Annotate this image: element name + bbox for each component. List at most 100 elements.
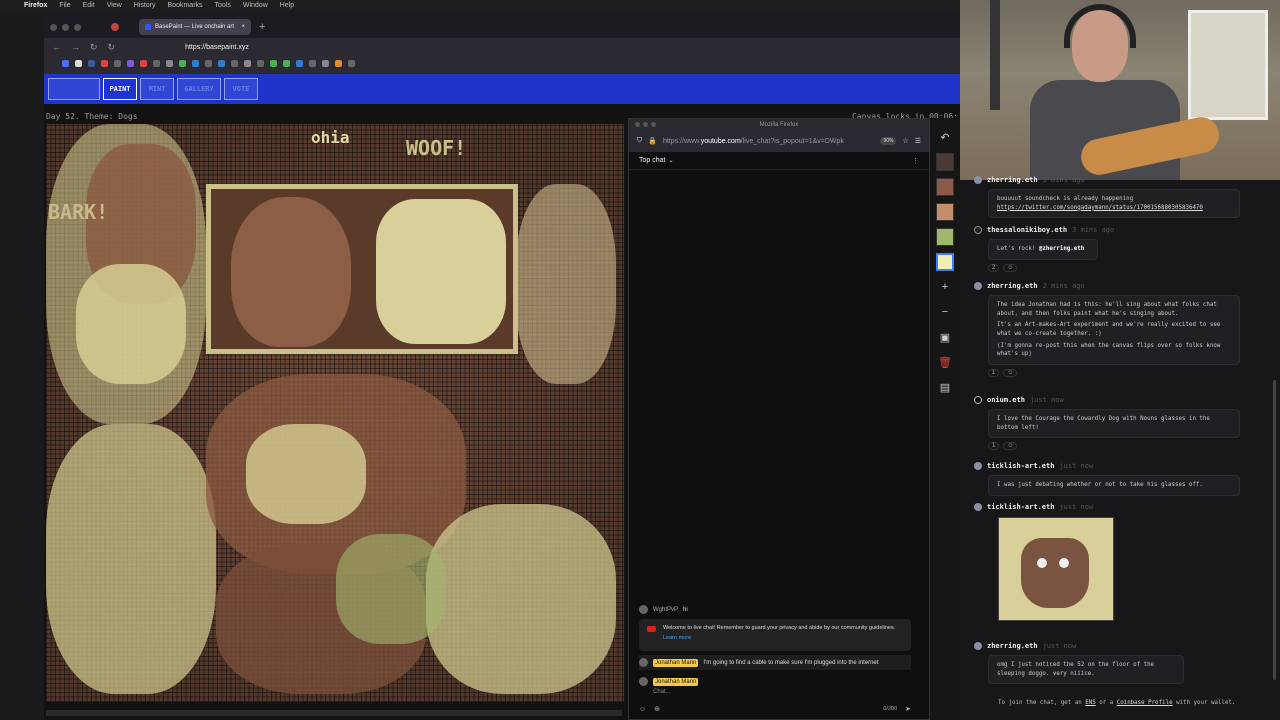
bookmark-icon[interactable] — [140, 59, 147, 67]
bookmark-icon[interactable] — [283, 59, 290, 67]
menu-view[interactable]: View — [107, 2, 122, 9]
more-options-icon[interactable]: ⋮ — [912, 157, 919, 165]
ens-link[interactable]: ENS — [1085, 700, 1095, 706]
bookmark-icon[interactable] — [127, 59, 134, 67]
reload-icon[interactable]: ↻ — [90, 42, 98, 53]
bookmark-icon[interactable] — [244, 59, 251, 67]
reaction-count[interactable]: 2 — [988, 263, 1000, 272]
coinbase-profile-link[interactable]: Coinbase Profile — [1117, 700, 1173, 706]
bookmark-icon[interactable] — [231, 59, 238, 67]
menu-file[interactable]: File — [59, 2, 70, 9]
bookmark-icon[interactable] — [322, 59, 329, 67]
star-icon[interactable]: ☆ — [902, 137, 908, 145]
color-swatch[interactable] — [936, 228, 954, 246]
bookmark-icon[interactable] — [179, 59, 186, 67]
avatar[interactable] — [639, 658, 648, 667]
reaction-count[interactable]: 1 — [988, 442, 1000, 451]
bookmark-icon[interactable] — [296, 59, 303, 67]
zoom-badge[interactable]: 90% — [880, 137, 897, 145]
bookmark-icon[interactable] — [192, 59, 199, 67]
menu-bookmarks[interactable]: Bookmarks — [168, 2, 203, 9]
trash-icon[interactable]: 🗑 — [936, 353, 954, 371]
minimize-window-button[interactable] — [643, 122, 648, 127]
bookmark-icon[interactable] — [205, 59, 212, 67]
forward-icon[interactable]: → — [71, 42, 80, 52]
chat-author[interactable]: WghtPvP — [653, 607, 678, 613]
bookmark-icon[interactable] — [218, 59, 225, 67]
chat-author[interactable]: zherring.eth — [987, 642, 1038, 650]
color-swatch[interactable] — [936, 178, 954, 196]
add-reaction-icon[interactable]: ☺ — [1003, 263, 1018, 272]
nav-paint-button[interactable]: PAINT — [103, 78, 137, 100]
new-tab-button[interactable]: + — [259, 21, 265, 33]
nav-mint-button[interactable]: MINT — [140, 78, 174, 100]
bookmark-icon[interactable] — [335, 59, 342, 67]
chat-author-badge[interactable]: Jonathan Mann — [653, 658, 699, 667]
zoom-window-button[interactable] — [74, 23, 81, 31]
menu-window[interactable]: Window — [243, 2, 268, 9]
color-swatch-selected[interactable] — [936, 253, 954, 271]
bookmark-icon[interactable] — [348, 59, 355, 67]
address-bar[interactable]: https://basepaint.xyz — [185, 44, 249, 51]
add-reaction-icon[interactable]: ☺ — [1003, 369, 1018, 378]
zoom-window-button[interactable] — [651, 122, 656, 127]
top-chat-dropdown[interactable]: Top chat — [639, 157, 665, 164]
chat-image-dog[interactable] — [998, 517, 1114, 621]
bookmark-icon[interactable] — [309, 59, 316, 67]
popup-url[interactable]: https://www.youtube.com/live_chat?is_pop… — [663, 138, 844, 145]
stop-icon[interactable]: ↻ — [108, 42, 116, 53]
color-swatch[interactable] — [936, 203, 954, 221]
add-reaction-icon[interactable]: ☺ — [1003, 442, 1018, 451]
chevron-down-icon[interactable]: ⌄ — [668, 157, 673, 164]
chat-author[interactable]: thessalonikiboy.eth — [987, 226, 1067, 234]
close-window-button[interactable] — [50, 23, 57, 31]
chat-author[interactable]: ticklish-art.eth — [987, 503, 1054, 511]
menu-icon[interactable]: ☰ — [915, 137, 921, 145]
bookmark-icon[interactable] — [153, 59, 160, 67]
close-window-button[interactable] — [635, 122, 640, 127]
minus-icon[interactable]: − — [936, 303, 954, 321]
bookmark-icon[interactable] — [75, 59, 82, 67]
minimize-window-button[interactable] — [62, 23, 69, 31]
bookmark-icon[interactable] — [166, 59, 173, 67]
tab-basepaint[interactable]: BasePaint — Live onchain art × — [139, 19, 251, 35]
basepaint-logo-button[interactable] — [48, 78, 100, 100]
tweet-link[interactable]: https://twitter.com/songadaymann/status/… — [997, 205, 1203, 211]
paint-canvas[interactable]: ohia WOOF! BARK! — [46, 124, 624, 702]
plus-icon[interactable]: + — [936, 278, 954, 296]
menu-history[interactable]: History — [134, 2, 156, 9]
tab-close-icon[interactable]: × — [241, 24, 245, 30]
menu-help[interactable]: Help — [280, 2, 294, 9]
chat-author[interactable]: zherring.eth — [987, 176, 1038, 184]
reaction-count[interactable]: 1 — [988, 369, 1000, 378]
avatar[interactable] — [639, 605, 648, 614]
bookmark-icon[interactable] — [257, 59, 264, 67]
chat-scrollbar[interactable] — [1273, 380, 1276, 680]
bookmark-icon[interactable] — [270, 59, 277, 67]
popup-address-bar[interactable]: ⛉ 🔒 https://www.youtube.com/live_chat?is… — [629, 130, 929, 152]
menu-tools[interactable]: Tools — [215, 2, 231, 9]
save-icon[interactable]: ▤ — [936, 378, 954, 396]
bookmark-icon[interactable] — [101, 59, 108, 67]
pinned-tab-icon[interactable] — [111, 23, 119, 31]
chat-input-field[interactable]: Chat... — [653, 689, 671, 695]
horizontal-scrollbar[interactable] — [46, 710, 622, 716]
nav-vote-button[interactable]: VOTE — [224, 78, 258, 100]
chat-author[interactable]: ticklish-art.eth — [987, 462, 1054, 470]
add-icon[interactable]: ⊕ — [654, 705, 660, 713]
bookmark-icon[interactable] — [114, 59, 121, 67]
chat-author[interactable]: zherring.eth — [987, 282, 1038, 290]
bookmark-icon[interactable] — [88, 59, 95, 67]
image-icon[interactable]: ▣ — [936, 328, 954, 346]
back-icon[interactable]: ← — [52, 42, 61, 52]
emoji-icon[interactable]: ☺ — [639, 706, 646, 713]
shield-icon[interactable]: ⛉ — [637, 137, 642, 145]
menu-edit[interactable]: Edit — [83, 2, 95, 9]
bookmark-icon[interactable] — [62, 59, 69, 67]
undo-icon[interactable]: ↶ — [936, 128, 954, 146]
nav-gallery-button[interactable]: GALLERY — [177, 78, 221, 100]
menu-app-name[interactable]: Firefox — [24, 2, 47, 9]
learn-more-link[interactable]: Learn more — [663, 635, 903, 641]
send-icon[interactable]: ➤ — [905, 705, 911, 713]
chat-mention[interactable]: @zherring.eth — [1039, 246, 1084, 252]
